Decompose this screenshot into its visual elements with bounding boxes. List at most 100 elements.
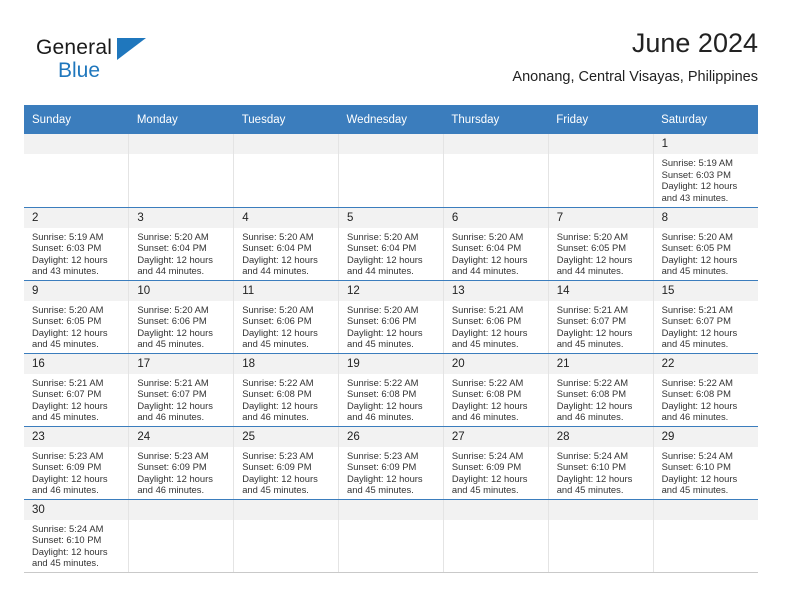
calendar-day-cell[interactable]: 30 Sunrise: 5:24 AM Sunset: 6:10 PM Dayligh… <box>24 499 130 573</box>
sunset-text: Sunset: 6:07 PM <box>137 388 207 400</box>
brand-name-blue: Blue <box>58 59 101 82</box>
sunset-text: Sunset: 6:08 PM <box>661 388 731 400</box>
sunrise-text: Sunrise: 5:23 AM <box>32 449 104 461</box>
calendar-day-cell[interactable]: 8 Sunrise: 5:20 AM Sunset: 6:05 PM Daylight… <box>652 207 758 281</box>
calendar-day-cell[interactable]: 23 Sunrise: 5:23 AM Sunset: 6:09 PM Dayligh… <box>24 426 130 500</box>
day-number: 7 <box>548 207 653 228</box>
calendar-day-cell[interactable]: 1 Sunrise: 5:19 AM Sunset: 6:03 PM Daylight… <box>652 134 758 208</box>
sunset-text: Sunset: 6:05 PM <box>556 242 627 254</box>
sunset-text: Sunset: 6:06 PM <box>242 315 312 327</box>
calendar-day-cell[interactable]: 9 Sunrise: 5:20 AM Sunset: 6:05 PM Daylight… <box>24 280 130 354</box>
calendar-day-cell[interactable]: 22 Sunrise: 5:22 AM Sunset: 6:08 PM Dayligh… <box>652 353 758 427</box>
day-sun-info: Sunrise: 5:24 AM Sunset: 6:09 PM Daylight:… <box>444 447 548 496</box>
calendar-day-cell[interactable]: 20 Sunrise: 5:22 AM Sunset: 6:08 PM Dayligh… <box>442 353 549 427</box>
day-sun-info: Sunrise: 5:20 AM Sunset: 6:06 PM Daylight:… <box>129 301 233 350</box>
daylight-text: Daylight: 12 hours and 45 minutes. <box>242 326 318 350</box>
daylight-text: Daylight: 12 hours and 44 minutes. <box>347 253 423 277</box>
sunset-text: Sunset: 6:07 PM <box>556 315 627 327</box>
calendar-day-cell[interactable]: 10 Sunrise: 5:20 AM Sunset: 6:06 PM Dayligh… <box>128 280 235 354</box>
day-number: 16 <box>24 353 129 374</box>
calendar-day-cell[interactable]: 15 Sunrise: 5:21 AM Sunset: 6:07 PM Dayligh… <box>652 280 758 354</box>
daylight-text: Daylight: 12 hours and 45 minutes. <box>451 472 528 496</box>
daylight-text: Daylight: 12 hours and 46 minutes. <box>32 472 108 496</box>
calendar-day-cell[interactable]: 26 Sunrise: 5:23 AM Sunset: 6:09 PM Dayligh… <box>338 426 444 500</box>
sunrise-text: Sunrise: 5:21 AM <box>137 376 209 388</box>
title-block: June 2024 Anonang, Central Visayas, Phil… <box>512 26 758 88</box>
sunrise-text: Sunrise: 5:23 AM <box>347 449 419 461</box>
calendar-day-cell[interactable]: 2 Sunrise: 5:19 AM Sunset: 6:03 PM Daylight… <box>24 207 130 281</box>
daylight-text: Daylight: 12 hours and 45 minutes. <box>556 326 633 350</box>
sunset-text: Sunset: 6:05 PM <box>32 315 102 327</box>
daylight-text: Daylight: 12 hours and 44 minutes. <box>137 253 213 277</box>
day-number: 9 <box>24 280 129 301</box>
daylight-text: Daylight: 12 hours and 46 minutes. <box>242 399 318 423</box>
day-sun-info: Sunrise: 5:24 AM Sunset: 6:10 PM Daylight:… <box>654 447 758 496</box>
calendar-day-cell[interactable]: 17 Sunrise: 5:21 AM Sunset: 6:07 PM Dayligh… <box>128 353 235 427</box>
day-number: 5 <box>339 207 443 228</box>
daylight-text: Daylight: 12 hours and 46 minutes. <box>137 399 213 423</box>
day-sun-info: Sunrise: 5:19 AM Sunset: 6:03 PM Daylight:… <box>654 154 758 203</box>
sunset-text: Sunset: 6:09 PM <box>137 461 207 473</box>
brand-logo[interactable]: General Blue <box>36 36 166 92</box>
calendar-day-cell[interactable]: 6 Sunrise: 5:20 AM Sunset: 6:04 PM Daylight… <box>442 207 549 281</box>
day-number <box>129 134 234 154</box>
calendar-day-cell[interactable]: 28 Sunrise: 5:24 AM Sunset: 6:10 PM Dayligh… <box>547 426 654 500</box>
sunrise-text: Sunrise: 5:19 AM <box>32 230 104 242</box>
weekday-header-row: Sunday Monday Tuesday Wednesday Thursday… <box>24 105 758 134</box>
sunset-text: Sunset: 6:09 PM <box>451 461 522 473</box>
calendar-day-cell[interactable]: 4 Sunrise: 5:20 AM Sunset: 6:04 PM Daylight… <box>233 207 340 281</box>
calendar-day-cell[interactable]: 21 Sunrise: 5:22 AM Sunset: 6:08 PM Dayligh… <box>547 353 654 427</box>
calendar-day-cell[interactable]: 19 Sunrise: 5:22 AM Sunset: 6:08 PM Dayligh… <box>338 353 444 427</box>
sunrise-text: Sunrise: 5:20 AM <box>137 303 209 315</box>
day-number: 26 <box>339 426 443 447</box>
daylight-text: Daylight: 12 hours and 45 minutes. <box>32 545 108 569</box>
day-sun-info: Sunrise: 5:20 AM Sunset: 6:04 PM Daylight:… <box>339 228 443 277</box>
sunset-text: Sunset: 6:04 PM <box>242 242 312 254</box>
day-sun-info: Sunrise: 5:20 AM Sunset: 6:06 PM Daylight:… <box>234 301 338 350</box>
sunrise-text: Sunrise: 5:20 AM <box>347 230 419 242</box>
daylight-text: Daylight: 12 hours and 45 minutes. <box>32 399 108 423</box>
day-number: 20 <box>443 353 548 374</box>
sunrise-text: Sunrise: 5:21 AM <box>661 303 733 315</box>
day-number <box>339 499 443 520</box>
day-number <box>443 499 548 520</box>
day-number: 29 <box>653 426 758 447</box>
calendar-week-row: 23 Sunrise: 5:23 AM Sunset: 6:09 PM Dayligh… <box>24 426 758 500</box>
sunrise-text: Sunrise: 5:24 AM <box>32 522 104 534</box>
calendar-day-cell[interactable]: 3 Sunrise: 5:20 AM Sunset: 6:04 PM Daylight… <box>128 207 235 281</box>
daylight-text: Daylight: 12 hours and 43 minutes. <box>661 180 738 203</box>
calendar-day-cell[interactable]: 16 Sunrise: 5:21 AM Sunset: 6:07 PM Dayligh… <box>24 353 130 427</box>
daylight-text: Daylight: 12 hours and 45 minutes. <box>661 253 738 277</box>
day-number <box>234 134 339 154</box>
calendar-week-row: 30 Sunrise: 5:24 AM Sunset: 6:10 PM Dayligh… <box>24 499 758 573</box>
sunrise-text: Sunrise: 5:20 AM <box>347 303 419 315</box>
sunset-text: Sunset: 6:08 PM <box>556 388 627 400</box>
day-sun-info: Sunrise: 5:20 AM Sunset: 6:06 PM Daylight:… <box>339 301 443 350</box>
sunrise-text: Sunrise: 5:23 AM <box>242 449 314 461</box>
calendar-day-cell[interactable]: 14 Sunrise: 5:21 AM Sunset: 6:07 PM Dayligh… <box>547 280 654 354</box>
day-number: 8 <box>653 207 758 228</box>
day-sun-info: Sunrise: 5:20 AM Sunset: 6:04 PM Daylight:… <box>444 228 548 277</box>
brand-name-general: General <box>36 36 113 59</box>
calendar-day-cell[interactable]: 18 Sunrise: 5:22 AM Sunset: 6:08 PM Dayligh… <box>233 353 340 427</box>
calendar-day-cell[interactable]: 29 Sunrise: 5:24 AM Sunset: 6:10 PM Dayligh… <box>652 426 758 500</box>
day-number: 14 <box>548 280 653 301</box>
calendar-day-cell[interactable]: 12 Sunrise: 5:20 AM Sunset: 6:06 PM Dayligh… <box>338 280 444 354</box>
sunset-text: Sunset: 6:06 PM <box>347 315 417 327</box>
day-sun-info: Sunrise: 5:24 AM Sunset: 6:10 PM Daylight:… <box>24 520 128 569</box>
calendar-day-cell[interactable]: 25 Sunrise: 5:23 AM Sunset: 6:09 PM Dayligh… <box>233 426 340 500</box>
calendar-day-cell[interactable]: 13 Sunrise: 5:21 AM Sunset: 6:06 PM Dayligh… <box>442 280 549 354</box>
calendar-day-cell-empty <box>652 499 758 573</box>
sunrise-text: Sunrise: 5:22 AM <box>661 376 733 388</box>
calendar-day-cell[interactable]: 7 Sunrise: 5:20 AM Sunset: 6:05 PM Daylight… <box>547 207 654 281</box>
calendar-week-row: 1 Sunrise: 5:19 AM Sunset: 6:03 PM Daylight… <box>24 134 758 208</box>
sunrise-text: Sunrise: 5:24 AM <box>451 449 524 461</box>
day-sun-info: Sunrise: 5:20 AM Sunset: 6:05 PM Daylight:… <box>24 301 128 350</box>
day-number <box>339 134 443 154</box>
calendar-day-cell[interactable]: 24 Sunrise: 5:23 AM Sunset: 6:09 PM Dayligh… <box>128 426 235 500</box>
day-number <box>234 499 339 520</box>
calendar-day-cell[interactable]: 11 Sunrise: 5:20 AM Sunset: 6:06 PM Dayligh… <box>233 280 340 354</box>
day-number: 18 <box>234 353 339 374</box>
calendar-day-cell[interactable]: 5 Sunrise: 5:20 AM Sunset: 6:04 PM Daylight… <box>338 207 444 281</box>
calendar-day-cell[interactable]: 27 Sunrise: 5:24 AM Sunset: 6:09 PM Dayligh… <box>442 426 549 500</box>
